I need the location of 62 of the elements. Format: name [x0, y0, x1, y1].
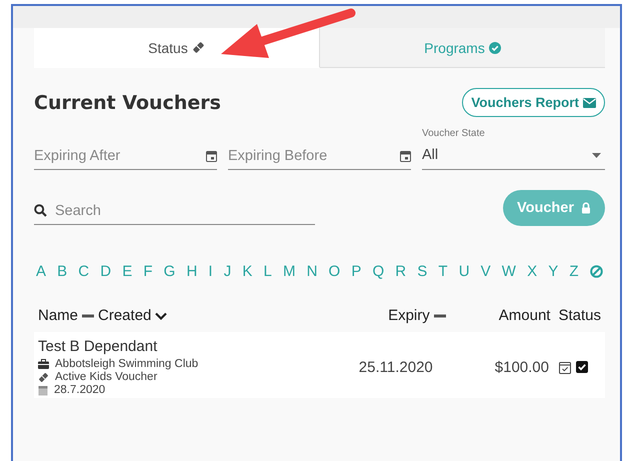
- column-header[interactable]: Created: [98, 307, 152, 324]
- vouchers-report-button[interactable]: Vouchers Report: [462, 88, 605, 117]
- dash-icon: [434, 314, 446, 318]
- column-header[interactable]: Status: [558, 307, 601, 324]
- envelope-icon: [583, 98, 596, 108]
- letter-filter[interactable]: K: [242, 263, 252, 280]
- dash-icon: [82, 314, 94, 318]
- letter-filter[interactable]: N: [306, 263, 318, 280]
- calendar-icon: [38, 384, 48, 396]
- letter-filter[interactable]: F: [143, 263, 153, 280]
- check-circle-icon: [488, 42, 501, 54]
- column-header[interactable]: Name: [38, 307, 78, 324]
- letter-filter[interactable]: T: [438, 263, 448, 280]
- voucher-type: Active Kids Voucher: [55, 371, 158, 383]
- tab[interactable]: Status: [34, 28, 320, 68]
- letter-filter[interactable]: X: [527, 263, 538, 280]
- date-field[interactable]: Expiring Before: [228, 134, 411, 170]
- letter-filter[interactable]: L: [263, 263, 272, 280]
- letter-filter[interactable]: S: [417, 263, 428, 280]
- letter-filter[interactable]: B: [57, 263, 68, 280]
- page-title: Current Vouchers: [34, 92, 221, 114]
- letter-filter[interactable]: H: [186, 263, 198, 280]
- dropdown-caret-icon: [592, 152, 601, 158]
- letter-filter[interactable]: G: [164, 263, 176, 280]
- checkbox[interactable]: [576, 360, 588, 372]
- letter-filter[interactable]: A: [36, 263, 46, 280]
- voucher-state-select[interactable]: Voucher State All: [422, 127, 605, 170]
- club-name: Abbotsleigh Swimming Club: [55, 358, 198, 370]
- letter-filter[interactable]: Y: [548, 263, 558, 280]
- voucher-holder-name: Test B Dependant: [38, 338, 158, 355]
- calendar-icon: [400, 150, 411, 162]
- column-header[interactable]: Expiry: [388, 307, 430, 324]
- amount: $100.00: [494, 358, 549, 376]
- letter-filter[interactable]: U: [458, 263, 470, 280]
- expiry-date: 25.11.2020: [358, 358, 433, 376]
- letter-filter[interactable]: R: [395, 263, 406, 280]
- table-row[interactable]: Test B Dependant Abbotsleigh Swimming Club Active Kids Voucher 28.7.2020 25.11.2020 $100.00: [34, 332, 605, 398]
- letter-filter[interactable]: I: [208, 263, 213, 280]
- column-header[interactable]: Amount: [498, 307, 550, 324]
- letter-filter[interactable]: J: [224, 263, 232, 280]
- letter-filter[interactable]: O: [328, 263, 340, 280]
- letter-filter[interactable]: M: [282, 263, 296, 280]
- created-date: 28.7.2020: [54, 384, 106, 396]
- ticket-icon: [38, 372, 49, 382]
- letter-filter[interactable]: E: [122, 263, 132, 280]
- chevron-down-icon: [155, 312, 168, 320]
- tab[interactable]: Programs: [320, 28, 605, 68]
- calendar-check-icon: [559, 360, 571, 374]
- letter-filter[interactable]: D: [100, 263, 112, 280]
- date-field[interactable]: Expiring After: [34, 134, 217, 170]
- clear-filter-icon[interactable]: [590, 265, 603, 278]
- letter-filter[interactable]: Q: [372, 263, 384, 280]
- letter-filter[interactable]: Z: [569, 263, 579, 280]
- search-field[interactable]: Search: [34, 192, 315, 224]
- letter-filter[interactable]: W: [502, 263, 516, 280]
- letter-filter[interactable]: V: [480, 263, 491, 280]
- briefcase-icon: [38, 359, 49, 369]
- calendar-icon: [206, 150, 217, 162]
- search-icon: [34, 204, 47, 217]
- letter-filter[interactable]: P: [351, 263, 362, 280]
- letter-filter[interactable]: C: [78, 263, 90, 280]
- lock-icon: [581, 202, 591, 214]
